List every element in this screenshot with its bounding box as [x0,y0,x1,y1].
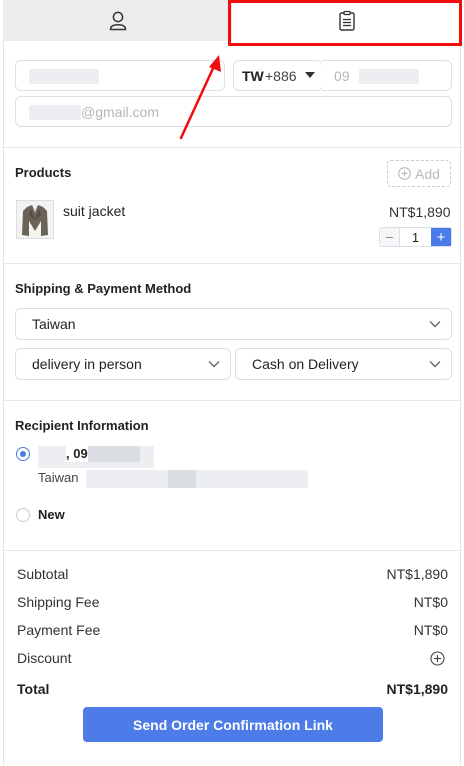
name-field[interactable] [15,60,225,91]
payment-fee-label: Payment Fee [17,622,101,638]
redacted-email [29,105,81,120]
subtotal-label: Subtotal [17,566,69,582]
chevron-down-icon [429,321,441,328]
payment-fee-value: NT$0 [413,622,448,638]
discount-label: Discount [17,650,72,666]
recipient-phone-prefix: , 09 [66,446,88,461]
shipping-fee-value: NT$0 [413,594,448,610]
shipping-fee-label: Shipping Fee [17,594,100,610]
redacted-recipient-phone [88,446,140,462]
saved-recipient-radio[interactable] [16,447,30,461]
redacted-recipient-phone-tail [140,446,154,462]
phone-prefix: 09 [334,68,350,84]
increase-button[interactable]: + [431,228,451,246]
redacted-recipient-line [38,462,154,468]
add-discount-icon[interactable] [430,651,445,666]
country-select[interactable]: Taiwan [15,308,452,340]
caret-down-icon [305,72,315,78]
delivery-value: delivery in person [32,356,142,372]
product-thumbnail [16,200,54,239]
country-code-select[interactable]: TW +886 [233,60,323,91]
chevron-down-icon [208,361,220,368]
phone-field[interactable]: 09 [322,60,452,91]
dial-code: +886 [265,68,297,84]
quantity-stepper: − 1 + [379,227,452,247]
divider [3,550,461,551]
country-value: Taiwan [32,316,76,332]
send-confirmation-link-button[interactable]: Send Order Confirmation Link [83,707,383,742]
redacted-recipient-address-mid [168,470,196,488]
user-icon [109,11,126,30]
country-code: TW [242,68,264,84]
email-suffix: @gmail.com [81,104,160,120]
total-value: NT$1,890 [386,681,448,697]
add-product-button[interactable]: Add [387,160,451,187]
add-circle-icon [398,167,411,180]
shipping-title: Shipping & Payment Method [15,281,192,296]
redacted-phone [359,69,419,84]
new-recipient-label[interactable]: New [38,507,65,522]
recipient-country: Taiwan [38,470,79,485]
jacket-icon [17,201,53,238]
product-name: suit jacket [63,203,126,219]
divider [3,147,461,148]
payment-value: Cash on Delivery [252,356,359,372]
total-label: Total [17,681,50,697]
clipboard-icon [338,10,355,31]
product-price: NT$1,890 [389,204,451,220]
add-label: Add [415,165,440,182]
delivery-select[interactable]: delivery in person [15,348,231,380]
redacted-recipient-address [86,470,308,488]
redacted-recipient-name [38,446,66,462]
tab-order[interactable] [232,0,461,41]
subtotal-value: NT$1,890 [386,566,448,582]
chevron-down-icon [429,361,441,368]
quantity-value[interactable]: 1 [400,228,431,246]
products-title: Products [15,165,72,180]
decrease-button[interactable]: − [380,228,400,246]
divider [3,263,461,264]
payment-select[interactable]: Cash on Delivery [235,348,452,380]
tab-customer[interactable] [3,0,232,41]
tab-bar [3,0,461,41]
recipient-title: Recipient Information [15,418,149,433]
divider [3,400,461,401]
redacted-name [29,69,99,84]
email-field[interactable]: @gmail.com [15,96,452,127]
new-recipient-radio[interactable] [16,508,30,522]
